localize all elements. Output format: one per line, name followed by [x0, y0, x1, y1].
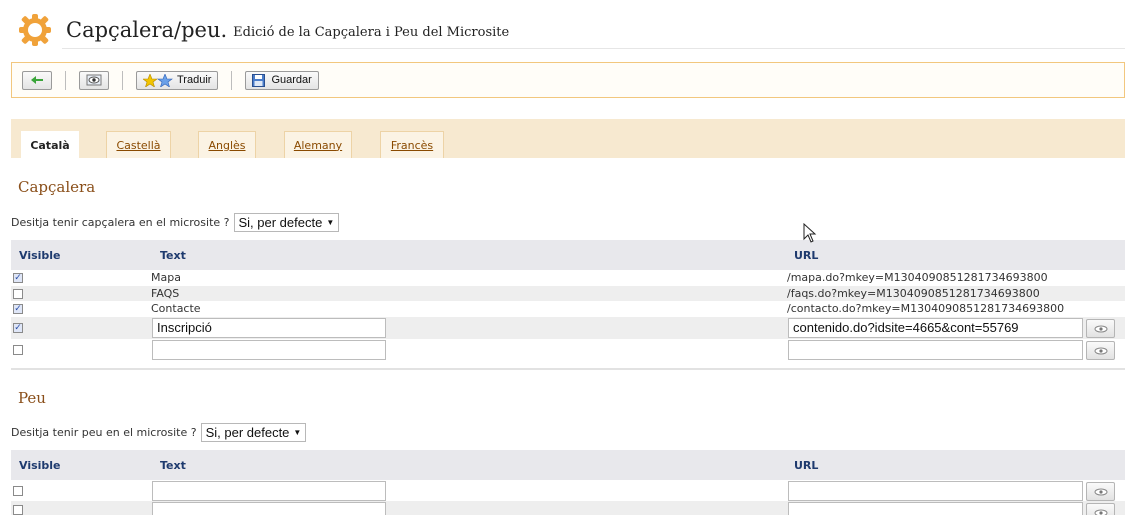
floppy-disk-icon — [252, 73, 266, 87]
url-input[interactable] — [788, 481, 1083, 501]
table-row — [11, 339, 1125, 361]
row-url: /faqs.do?mkey=M1304090851281734693800 — [787, 287, 1040, 300]
table-row: ✓ Contacte /contacto.do?mkey=M1304090851… — [11, 301, 1125, 317]
col-url: URL — [794, 459, 819, 472]
footer-table-head: Visible Text URL — [11, 450, 1125, 480]
row-text: FAQS — [151, 287, 180, 300]
header-question-label: Desitja tenir capçalera en el microsite … — [11, 215, 230, 229]
text-input[interactable] — [152, 502, 386, 515]
page-header: Capçalera/peu. Edició de la Capçalera i … — [18, 10, 509, 50]
table-row: ✓ Inscripció contenido.do?idsite=4665&co… — [11, 317, 1125, 339]
translate-button[interactable]: Traduir — [136, 70, 219, 90]
visible-checkbox[interactable]: ✓ — [13, 304, 23, 314]
back-button[interactable] — [22, 70, 52, 90]
text-input[interactable] — [152, 340, 386, 360]
footer-question-label: Desitja tenir peu en el microsite ? — [11, 425, 197, 439]
col-url: URL — [794, 249, 819, 262]
visible-checkbox[interactable] — [13, 345, 23, 355]
eye-icon — [1094, 509, 1107, 515]
footer-visibility-select[interactable]: Si, per defecte ▼ — [200, 422, 307, 442]
toolbar-separator — [231, 70, 233, 90]
eye-icon — [1094, 325, 1107, 332]
language-tabs: Català Castellà Anglès Alemany Francès — [11, 119, 1125, 158]
row-text: Contacte — [151, 302, 201, 315]
tab-catala[interactable]: Català — [21, 131, 79, 158]
tab-frances[interactable]: Francès — [380, 131, 444, 158]
footer-section-title: Peu — [18, 389, 46, 407]
preview-link-button[interactable] — [1086, 503, 1115, 515]
url-input[interactable] — [788, 340, 1083, 360]
preview-eye-icon — [86, 74, 102, 86]
visible-checkbox[interactable] — [13, 505, 23, 515]
mouse-cursor-icon — [803, 223, 817, 243]
footer-select-value: Si, per defecte — [205, 424, 290, 440]
header-section-title: Capçalera — [18, 178, 96, 196]
row-text: Mapa — [151, 271, 181, 284]
visible-checkbox[interactable]: ✓ — [13, 323, 23, 333]
save-button[interactable]: Guardar — [245, 70, 319, 90]
visible-checkbox[interactable] — [13, 289, 23, 299]
text-input[interactable] — [152, 481, 386, 501]
preview-link-button[interactable] — [1086, 319, 1115, 338]
page-title: Capçalera/peu. — [66, 18, 228, 42]
header-table-head: Visible Text URL — [11, 240, 1125, 270]
eye-icon — [1094, 488, 1107, 495]
stars-icon — [143, 73, 173, 87]
table-row: FAQS /faqs.do?mkey=M13040908512817346938… — [11, 286, 1125, 301]
col-text: Text — [160, 249, 186, 262]
visible-checkbox[interactable]: ✓ — [13, 273, 23, 283]
translate-label: Traduir — [177, 74, 212, 86]
page-subtitle: Edició de la Capçalera i Peu del Microsi… — [233, 24, 510, 40]
text-input[interactable]: Inscripció — [152, 318, 386, 338]
footer-question: Desitja tenir peu en el microsite ? Si, … — [11, 422, 307, 442]
save-label: Guardar — [271, 74, 312, 86]
header-select-value: Si, per defecte — [238, 214, 323, 230]
preview-link-button[interactable] — [1086, 341, 1115, 360]
url-input[interactable] — [788, 502, 1083, 515]
toolbar-separator — [122, 70, 123, 90]
header-question: Desitja tenir capçalera en el microsite … — [11, 212, 340, 232]
col-text: Text — [160, 459, 186, 472]
preview-button[interactable] — [79, 70, 109, 90]
col-visible: Visible — [19, 459, 61, 472]
table-row — [11, 501, 1125, 515]
tab-alemany[interactable]: Alemany — [284, 131, 352, 158]
preview-link-button[interactable] — [1086, 482, 1115, 501]
table-row: ✓ Mapa /mapa.do?mkey=M130409085128173469… — [11, 270, 1125, 286]
gear-icon — [18, 13, 52, 47]
tab-angles[interactable]: Anglès — [198, 131, 256, 158]
row-url: /contacto.do?mkey=M130409085128173469380… — [787, 302, 1065, 315]
eye-icon — [1094, 347, 1107, 354]
chevron-down-icon: ▼ — [293, 427, 302, 437]
tab-castella[interactable]: Castellà — [106, 131, 171, 158]
col-visible: Visible — [19, 249, 61, 262]
chevron-down-icon: ▼ — [326, 217, 335, 227]
toolbar: Traduir Guardar — [11, 62, 1125, 98]
table-row — [11, 480, 1125, 501]
title-divider — [62, 48, 1125, 49]
back-arrow-icon — [31, 76, 43, 84]
toolbar-separator — [65, 70, 66, 90]
visible-checkbox[interactable] — [13, 486, 23, 496]
row-url: /mapa.do?mkey=M1304090851281734693800 — [787, 271, 1048, 284]
url-input[interactable]: contenido.do?idsite=4665&cont=55769 — [788, 318, 1083, 338]
section-divider — [11, 368, 1125, 370]
header-visibility-select[interactable]: Si, per defecte ▼ — [233, 212, 340, 232]
